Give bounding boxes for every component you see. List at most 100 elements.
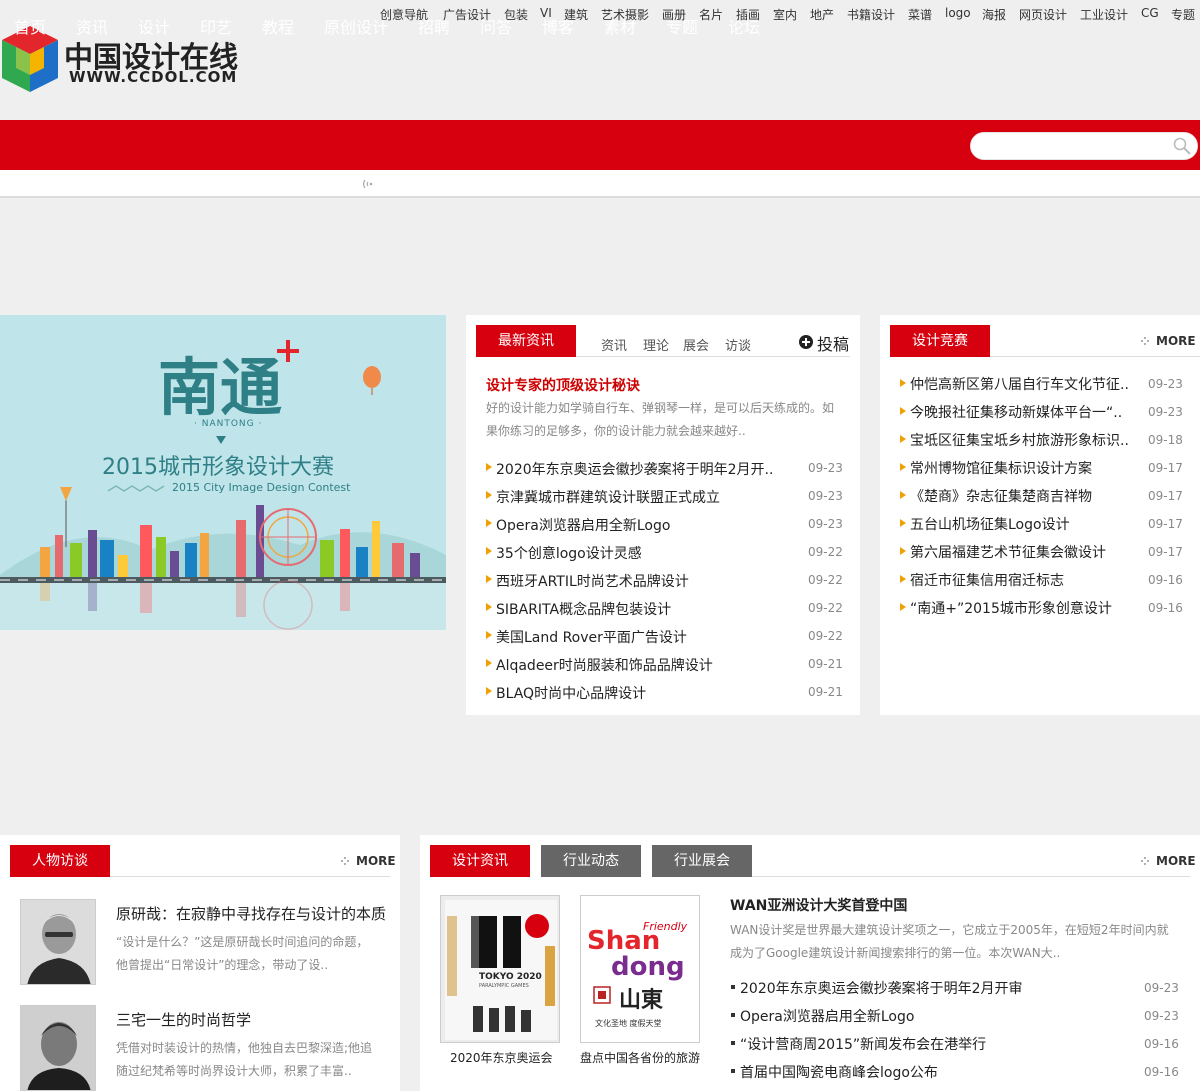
list-item[interactable]: 第六届福建艺术节征集会徽设计	[910, 542, 1130, 562]
portrait-image[interactable]	[20, 1005, 96, 1091]
subnav-item[interactable]: CG	[1141, 6, 1159, 20]
list-item[interactable]: Opera浏览器启用全新Logo	[496, 515, 786, 535]
tab-industry-trends[interactable]: 行业动态	[541, 845, 641, 877]
list-item[interactable]: 首届中国陶瓷电商峰会logo公布	[740, 1062, 1120, 1082]
list-item-date: 09-18	[1148, 433, 1183, 447]
list-item[interactable]: “设计营商周2015”新闻发布会在港举行	[740, 1034, 1120, 1054]
subnav-item[interactable]: 建筑	[564, 6, 588, 23]
list-item-date: 09-22	[808, 629, 843, 643]
thumb-caption[interactable]: 2020年东京奥运会	[450, 1049, 553, 1066]
list-item[interactable]: SIBARITA概念品牌包装设计	[496, 599, 786, 619]
list-item[interactable]: 《楚商》杂志征集楚商吉祥物	[910, 486, 1130, 506]
subnav-item[interactable]: 画册	[662, 6, 686, 23]
subnav-item[interactable]: 名片	[699, 6, 723, 23]
subnav-item[interactable]: 包装	[504, 6, 528, 23]
tab-design-contest[interactable]: 设计竞赛	[890, 325, 990, 357]
dots-icon	[341, 857, 349, 865]
interview-title[interactable]: 三宅一生的时尚哲学	[116, 1009, 251, 1030]
list-item-date: 09-16	[1144, 1037, 1179, 1051]
subnav-item[interactable]: 广告设计	[443, 6, 491, 23]
tab-design-news[interactable]: 设计资讯	[430, 845, 530, 877]
list-item[interactable]: 2020年东京奥运会徽抄袭案将于明年2月开..	[496, 459, 786, 479]
shandong-foot-text: 文化圣地 度假天堂	[595, 1019, 662, 1028]
arrow-bullet-icon	[486, 631, 492, 639]
nav-item-tutorial[interactable]: 教程	[262, 14, 294, 38]
subnav-item[interactable]: 地产	[810, 6, 834, 23]
list-item[interactable]: 五台山机场征集Logo设计	[910, 514, 1130, 534]
nav-item-news[interactable]: 资讯	[76, 14, 108, 38]
subnav-item[interactable]: 插画	[736, 6, 760, 23]
subnav-item[interactable]: 网页设计	[1019, 6, 1067, 23]
list-item[interactable]: Opera浏览器启用全新Logo	[740, 1006, 1120, 1026]
tab-underline	[110, 876, 390, 877]
subnav-item[interactable]: 室内	[773, 6, 797, 23]
nav-item-design[interactable]: 设计	[138, 14, 170, 38]
arrow-bullet-icon	[486, 491, 492, 499]
tab-latest-news[interactable]: 最新资讯	[476, 325, 576, 357]
list-item[interactable]: “南通+”2015城市形象创意设计	[910, 598, 1130, 618]
design-news-more-link[interactable]: MORE	[1156, 854, 1196, 868]
search-input[interactable]	[970, 132, 1198, 160]
seal-stamp-icon	[593, 986, 611, 1004]
nav-item-print[interactable]: 印艺	[200, 14, 232, 38]
subtab-exhibit[interactable]: 展会	[683, 335, 709, 354]
list-item[interactable]: 西班牙ARTIL时尚艺术品牌设计	[496, 571, 786, 591]
submit-button[interactable]: 投稿	[817, 331, 849, 355]
latest-headline[interactable]: 设计专家的顶级设计秘诀	[486, 375, 640, 395]
latest-news-panel: 最新资讯 资讯 理论 展会 访谈 投稿 设计专家的顶级设计秘诀 好的设计能力如学…	[466, 315, 860, 715]
tab-industry-expo[interactable]: 行业展会	[652, 845, 752, 877]
list-item-date: 09-16	[1148, 601, 1183, 615]
list-item[interactable]: Alqadeer时尚服装和饰品品牌设计	[496, 655, 786, 675]
portrait-image[interactable]	[20, 899, 96, 985]
list-item[interactable]: 常州博物馆征集标识设计方案	[910, 458, 1130, 478]
list-item-date: 09-23	[808, 489, 843, 503]
subtab-news[interactable]: 资讯	[601, 335, 627, 354]
subnav-item[interactable]: 海报	[982, 6, 1006, 23]
thumb-shandong[interactable]: Friendly Shan dong 山東 文化圣地 度假天堂	[580, 895, 700, 1043]
subnav-item[interactable]: logo	[945, 6, 971, 20]
banner-subtitle: · NANTONG ·	[194, 419, 263, 429]
signal-icon	[362, 179, 373, 189]
subtab-theory[interactable]: 理论	[643, 335, 669, 354]
subnav-item[interactable]: 菜谱	[908, 6, 932, 23]
interview-title[interactable]: 原研哉：在寂静中寻找存在与设计的本质	[116, 903, 386, 924]
list-item[interactable]: 京津冀城市群建筑设计联盟正式成立	[496, 487, 786, 507]
list-item[interactable]: BLAQ时尚中心品牌设计	[496, 683, 786, 703]
design-contest-panel: 设计竞赛 MORE 仲恺高新区第八届自行车文化节征.. 09-23 今晚报社征集…	[880, 315, 1200, 715]
arrow-bullet-icon	[486, 547, 492, 555]
thumb-tokyo-2020[interactable]: TOKYO 2020 PARALYMPIC GAMES	[440, 895, 560, 1043]
subnav-item[interactable]: 艺术摄影	[601, 6, 649, 23]
design-news-headline[interactable]: WAN亚洲设计大奖首登中国	[730, 895, 907, 915]
contest-more-link[interactable]: MORE	[1156, 334, 1196, 348]
list-item[interactable]: 宝坻区征集宝坻乡村旅游形象标识..	[910, 430, 1130, 450]
list-item[interactable]: 仲恺高新区第八届自行车文化节征..	[910, 374, 1130, 394]
nav-item-original[interactable]: 原创设计	[324, 14, 388, 38]
list-item[interactable]: 2020年东京奥运会徽抄袭案将于明年2月开审	[740, 978, 1120, 998]
subnav-item[interactable]: VI	[540, 6, 552, 20]
tab-underline	[752, 876, 1190, 877]
nav-item-home[interactable]: 首页	[14, 14, 46, 38]
arrow-bullet-icon	[486, 575, 492, 583]
subnav-item[interactable]: 专题	[1171, 6, 1195, 23]
people-more-link[interactable]: MORE	[356, 854, 396, 868]
subtab-interview[interactable]: 访谈	[725, 335, 751, 354]
list-item-date: 09-22	[808, 601, 843, 615]
list-item[interactable]: 宿迁市征集信用宿迁标志	[910, 570, 1130, 590]
hero-banner[interactable]: 南通 · NANTONG · 2015城市形象设计大赛 2015 City Im…	[0, 315, 446, 630]
thumb-caption[interactable]: 盘点中国各省份的旅游	[580, 1049, 700, 1066]
list-item[interactable]: 美国Land Rover平面广告设计	[496, 627, 786, 647]
banner-title: 南通	[158, 351, 283, 424]
subnav-item[interactable]: 书籍设计	[847, 6, 895, 23]
interview-summary: “设计是什么？”这是原研哉长时间追问的命题，他曾提出“日常设计”的理念，带动了设…	[116, 935, 369, 972]
tab-people-interview[interactable]: 人物访谈	[10, 845, 110, 877]
list-item[interactable]: 今晚报社征集移动新媒体平台一“..	[910, 402, 1130, 422]
square-bullet-icon	[731, 1069, 735, 1073]
person-portrait-icon	[21, 900, 95, 984]
dots-icon	[1141, 337, 1149, 345]
design-news-summary: WAN设计奖是世界最大建筑设计奖项之一，它成立于2005年，在短短2年时间内就成…	[730, 923, 1169, 960]
list-item-date: 09-22	[808, 545, 843, 559]
list-item[interactable]: 35个创意logo设计灵感	[496, 543, 786, 563]
subnav-item[interactable]: 工业设计	[1080, 6, 1128, 23]
list-item-date: 09-21	[808, 657, 843, 671]
search-icon[interactable]	[1172, 136, 1192, 156]
